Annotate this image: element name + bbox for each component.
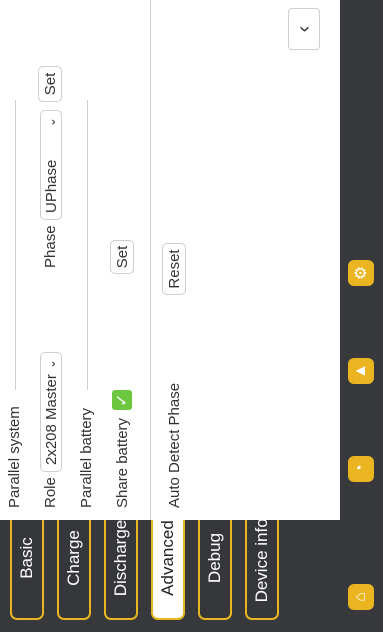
set-label: Set (113, 245, 131, 269)
tab-label: Debug (205, 532, 224, 584)
phase-label: Phase (42, 225, 59, 268)
tab-label: Advanced (158, 520, 177, 596)
section-divider (87, 100, 88, 390)
tab-label: Charge (64, 530, 83, 586)
reset-button[interactable]: Reset (162, 243, 186, 295)
gear-icon[interactable]: ⚙ (348, 260, 374, 286)
section-divider (15, 100, 16, 390)
phase-select[interactable]: UPhase ⌄ (40, 110, 62, 220)
bottom-icon-bar: ⌂ ◔ ▲ ⚙ (340, 0, 383, 632)
role-label: Role (42, 477, 59, 508)
check-icon: ✓ (114, 393, 131, 407)
set-label: Set (41, 72, 59, 96)
tab-label: Basic (17, 537, 36, 579)
clock-icon[interactable]: ◔ (348, 456, 374, 482)
set-share-battery-button[interactable]: Set (110, 240, 134, 274)
section-divider (150, 0, 151, 520)
set-parallel-button[interactable]: Set (38, 66, 62, 102)
home-icon[interactable]: ⌂ (348, 584, 374, 610)
share-battery-label: Share battery (114, 417, 131, 508)
role-value: 2x208 Master (42, 374, 60, 465)
share-battery-checkbox[interactable]: ✓ (112, 390, 132, 410)
parallel-system-title: Parallel system (6, 406, 23, 508)
auto-detect-phase-label: Auto Detect Phase (166, 382, 183, 508)
role-select[interactable]: 2x208 Master ⌄ (40, 352, 62, 472)
tab-label: Discharge (111, 519, 130, 597)
app-ui: Basic Charge Discharge Advanced Debug De… (0, 0, 383, 632)
tab-label: Device info. (252, 513, 271, 603)
chevron-left-icon: ‹ (292, 25, 315, 33)
phase-value: UPhase (42, 159, 60, 213)
reset-label: Reset (165, 249, 183, 289)
back-button[interactable]: ‹ (288, 8, 320, 50)
screen: Basic Charge Discharge Advanced Debug De… (0, 0, 383, 632)
parallel-battery-title: Parallel battery (78, 407, 95, 508)
advanced-panel: Parallel system Role 2x208 Master ⌄ Phas… (0, 0, 340, 520)
bell-icon[interactable]: ▲ (348, 358, 374, 384)
chevron-down-icon: ⌄ (44, 117, 58, 128)
chevron-down-icon: ⌄ (44, 359, 58, 370)
